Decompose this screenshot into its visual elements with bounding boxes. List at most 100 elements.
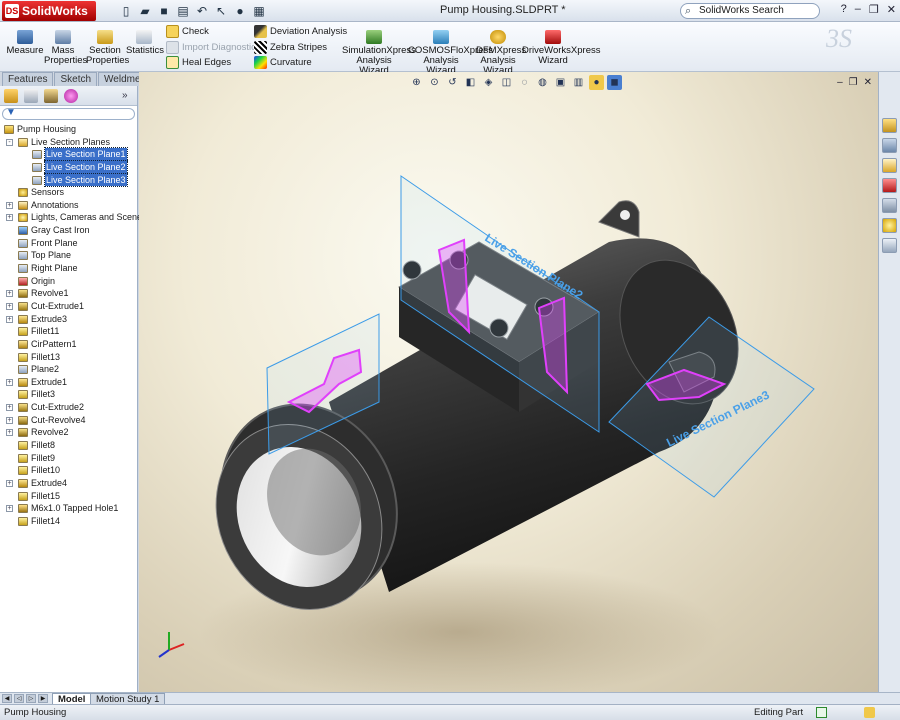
tree-item[interactable]: Fillet13 bbox=[0, 351, 138, 364]
tree-item[interactable]: Live Section Plane1 bbox=[0, 147, 138, 162]
featuremanager-tab-icon[interactable] bbox=[4, 89, 18, 103]
tree-item[interactable]: + Lights, Cameras and Scene bbox=[0, 211, 142, 224]
tree-expander-icon[interactable]: + bbox=[6, 505, 13, 513]
tree-expander-icon[interactable]: + bbox=[6, 479, 13, 487]
rebuild-status-icon[interactable] bbox=[816, 707, 827, 718]
tree-expander-icon[interactable]: - bbox=[6, 138, 13, 146]
solidworks-logo[interactable]: DS SolidWorks bbox=[2, 1, 96, 21]
tree-item[interactable]: Pump Housing bbox=[0, 123, 138, 136]
tree-item[interactable]: + M6x1.0 Tapped Hole1 bbox=[0, 502, 138, 515]
tree-item[interactable]: Origin bbox=[0, 275, 138, 288]
print-icon[interactable]: ▤ bbox=[175, 3, 191, 19]
search-results-icon[interactable] bbox=[882, 178, 897, 193]
tree-item[interactable]: + Revolve2 bbox=[0, 426, 138, 439]
open-folder-icon[interactable]: ▰ bbox=[137, 3, 153, 19]
check-button[interactable]: Check bbox=[166, 24, 209, 39]
tree-item[interactable]: + Extrude1 bbox=[0, 376, 138, 389]
expand-panel-icon[interactable]: » bbox=[122, 89, 132, 103]
section-properties-button[interactable]: Section Properties bbox=[86, 28, 129, 66]
tree-item[interactable]: + Extrude4 bbox=[0, 477, 138, 490]
notification-icon[interactable] bbox=[864, 707, 875, 718]
resources-icon[interactable] bbox=[882, 118, 897, 133]
tree-item[interactable]: Fillet9 bbox=[0, 452, 138, 465]
tree-item[interactable]: Fillet3 bbox=[0, 388, 138, 401]
view-palette-icon[interactable] bbox=[882, 198, 897, 213]
tree-expander-icon[interactable]: + bbox=[6, 214, 13, 222]
tree-item[interactable]: + Revolve1 bbox=[0, 287, 138, 300]
first-tab-arrow-icon[interactable]: ◀ bbox=[2, 694, 12, 703]
tree-item[interactable]: CirPattern1 bbox=[0, 338, 138, 351]
tree-item[interactable]: Fillet14 bbox=[0, 515, 138, 528]
tree-expander-icon[interactable]: + bbox=[6, 378, 13, 386]
tree-item[interactable]: Top Plane bbox=[0, 249, 138, 262]
tree-item[interactable]: Fillet10 bbox=[0, 464, 138, 477]
folder-icon bbox=[18, 137, 28, 147]
reference-triad bbox=[158, 632, 185, 658]
tree-expander-icon[interactable]: + bbox=[6, 416, 13, 424]
measure-icon bbox=[17, 30, 33, 44]
window-controls: ? – ❐ ✕ bbox=[841, 3, 896, 16]
tree-item[interactable]: Gray Cast Iron bbox=[0, 224, 138, 237]
tab-features[interactable]: Features bbox=[2, 72, 54, 86]
tree-item[interactable]: Fillet8 bbox=[0, 439, 138, 452]
simulationxpress-button[interactable]: SimulationXpress Analysis Wizard bbox=[342, 28, 416, 76]
tab-sketch[interactable]: Sketch bbox=[54, 72, 98, 86]
rebuild-icon[interactable]: ● bbox=[232, 3, 248, 19]
fillet-icon bbox=[18, 516, 28, 526]
cosmosfloxpress-button[interactable]: COSMOSFloXpress Analysis Wizard bbox=[408, 28, 493, 76]
tree-filter-input[interactable]: ▼ bbox=[2, 107, 135, 120]
last-tab-arrow-icon[interactable]: ▶ bbox=[38, 694, 48, 703]
tree-expander-icon[interactable]: + bbox=[6, 302, 13, 310]
tree-expander-icon[interactable]: + bbox=[6, 404, 13, 412]
mass-properties-button[interactable]: Mass Properties bbox=[44, 28, 87, 66]
configurationmanager-tab-icon[interactable] bbox=[44, 89, 58, 103]
file-explorer-icon[interactable] bbox=[882, 158, 897, 173]
undo-icon[interactable]: ↶ bbox=[194, 3, 210, 19]
heal-edges-button[interactable]: Heal Edges bbox=[166, 55, 231, 70]
restore-button[interactable]: ❐ bbox=[869, 3, 879, 16]
graphics-viewport[interactable]: ⊕ ⊙ ↺ ◧ ◈ ◫ ◌ ◍ ▣ ▥ ● ◼ – ❐ ✕ Live Secti… bbox=[139, 72, 878, 692]
deviation-analysis-button[interactable]: Deviation Analysis bbox=[254, 24, 347, 39]
tree-item[interactable]: Right Plane bbox=[0, 262, 138, 275]
propertymanager-tab-icon[interactable] bbox=[24, 89, 38, 103]
tree-item[interactable]: + Extrude3 bbox=[0, 313, 138, 326]
tree-item[interactable]: + Annotations bbox=[0, 199, 138, 212]
dfmxpress-button[interactable]: DFMXpress Analysis Wizard bbox=[476, 28, 526, 76]
tree-expander-icon[interactable]: + bbox=[6, 201, 13, 209]
tree-item[interactable]: Fillet11 bbox=[0, 325, 138, 338]
custom-properties-icon[interactable] bbox=[882, 238, 897, 253]
curvature-button[interactable]: Curvature bbox=[254, 55, 312, 70]
tree-expander-icon[interactable]: + bbox=[6, 429, 13, 437]
tree-expander-icon[interactable]: + bbox=[6, 290, 13, 298]
prev-tab-arrow-icon[interactable]: ◁ bbox=[14, 694, 24, 703]
tree-item[interactable]: Front Plane bbox=[0, 237, 138, 250]
tree-item[interactable]: + Cut-Extrude1 bbox=[0, 300, 138, 313]
import-diagnostics-icon bbox=[166, 41, 179, 54]
minimize-button[interactable]: – bbox=[855, 3, 861, 16]
tree-item[interactable]: + Cut-Revolve4 bbox=[0, 414, 138, 427]
appearances-icon[interactable] bbox=[882, 218, 897, 233]
next-tab-arrow-icon[interactable]: ▷ bbox=[26, 694, 36, 703]
new-document-icon[interactable]: ▯ bbox=[118, 3, 134, 19]
help-button[interactable]: ? bbox=[841, 3, 847, 16]
statistics-button[interactable]: Statistics bbox=[126, 28, 164, 56]
options-icon[interactable]: ▦ bbox=[251, 3, 267, 19]
select-arrow-icon[interactable]: ↖ bbox=[213, 3, 229, 19]
tree-item[interactable]: Live Section Plane3 bbox=[0, 172, 138, 188]
search-input[interactable]: ⌕ SolidWorks Search bbox=[680, 3, 820, 19]
tree-expander-icon[interactable]: + bbox=[6, 315, 13, 323]
driveworksxpress-button[interactable]: DriveWorksXpress Wizard bbox=[522, 28, 600, 66]
design-library-icon[interactable] bbox=[882, 138, 897, 153]
tree-item[interactable]: Live Section Plane2 bbox=[0, 159, 138, 175]
tree-item[interactable]: Sensors bbox=[0, 186, 138, 199]
import-diagnostics-button[interactable]: Import Diagnostics bbox=[166, 40, 261, 55]
tree-item[interactable]: Plane2 bbox=[0, 363, 138, 376]
tree-item[interactable]: + Cut-Extrude2 bbox=[0, 401, 138, 414]
tree-item[interactable]: Fillet15 bbox=[0, 490, 138, 503]
dimxpertmanager-tab-icon[interactable] bbox=[64, 89, 78, 103]
tree-item[interactable]: - Live Section Planes bbox=[0, 136, 138, 149]
zebra-stripes-button[interactable]: Zebra Stripes bbox=[254, 40, 327, 55]
close-button[interactable]: ✕ bbox=[887, 3, 896, 16]
measure-button[interactable]: Measure bbox=[6, 28, 44, 56]
save-icon[interactable]: ■ bbox=[156, 3, 172, 19]
